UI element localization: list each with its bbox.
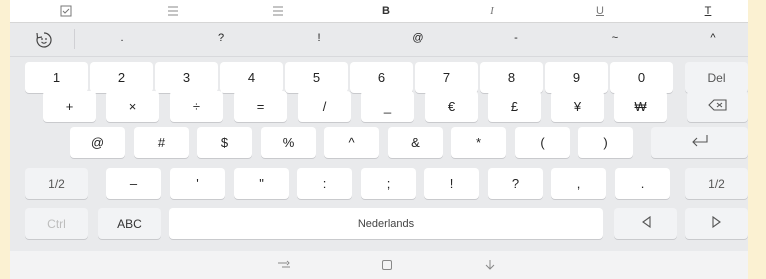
key-3[interactable]: 3 [155, 62, 218, 93]
key-caret[interactable]: ^ [324, 127, 379, 158]
key-at[interactable]: @ [70, 127, 125, 158]
key-apostrophe[interactable]: ' [170, 168, 225, 199]
home-icon[interactable] [379, 257, 395, 273]
key-hash[interactable]: # [134, 127, 189, 158]
key-euro[interactable]: € [425, 91, 478, 122]
symbol-suggestion-bar: . ? ! @ - ~ ^ [10, 23, 748, 57]
key-8[interactable]: 8 [480, 62, 543, 93]
key-slash[interactable]: / [298, 91, 351, 122]
symbol-key[interactable]: - [506, 32, 526, 44]
key-2[interactable]: 2 [90, 62, 153, 93]
key-open-paren[interactable]: ( [515, 127, 570, 158]
key-pound[interactable]: £ [488, 91, 541, 122]
key-6[interactable]: 6 [350, 62, 413, 93]
bold-button[interactable]: B [378, 3, 394, 19]
divider [74, 29, 75, 49]
key-yen[interactable]: ¥ [551, 91, 604, 122]
formatting-toolbar: B I U T [10, 0, 748, 23]
key-period[interactable]: . [615, 168, 670, 199]
key-divide[interactable]: ÷ [170, 91, 223, 122]
key-plus[interactable]: + [43, 91, 96, 122]
key-1[interactable]: 1 [25, 62, 88, 93]
backspace-key[interactable] [687, 91, 748, 122]
arrow-left-icon [641, 215, 651, 231]
key-0[interactable]: 0 [610, 62, 673, 93]
key-9[interactable]: 9 [545, 62, 608, 93]
key-ampersand[interactable]: & [388, 127, 443, 158]
keyboard-frame: B I U T . ? ! @ - ~ ^ 1 2 3 4 5 6 7 8 9 … [10, 0, 748, 279]
underline-button[interactable]: U [592, 3, 608, 19]
space-key[interactable]: Nederlands [169, 208, 603, 239]
cursor-right-key[interactable] [685, 208, 748, 239]
recent-apps-icon[interactable] [276, 257, 292, 273]
key-comma[interactable]: , [551, 168, 606, 199]
numbered-list-icon[interactable] [270, 3, 286, 19]
symbol-key[interactable]: @ [408, 32, 428, 44]
key-won[interactable]: ₩ [614, 91, 667, 122]
delete-key[interactable]: Del [685, 62, 748, 93]
symbol-key[interactable]: ~ [605, 32, 625, 44]
emoji-refresh-icon[interactable] [34, 30, 54, 50]
key-colon[interactable]: : [297, 168, 352, 199]
key-dash[interactable]: – [106, 168, 161, 199]
ctrl-key[interactable]: Ctrl [25, 208, 88, 239]
enter-key[interactable] [651, 127, 748, 158]
symbol-key[interactable]: . [112, 32, 132, 44]
screenshot-icon[interactable] [58, 3, 74, 19]
key-exclamation[interactable]: ! [424, 168, 479, 199]
arrow-right-icon [711, 215, 722, 231]
italic-button[interactable]: I [484, 3, 500, 19]
symbol-key[interactable]: ! [309, 32, 329, 44]
key-multiply[interactable]: × [106, 91, 159, 122]
symbol-key[interactable]: ^ [703, 32, 723, 44]
symbol-page-key-right[interactable]: 1/2 [685, 168, 748, 199]
abc-key[interactable]: ABC [98, 208, 161, 239]
key-semicolon[interactable]: ; [361, 168, 416, 199]
key-equals[interactable]: = [234, 91, 287, 122]
backspace-icon [707, 99, 728, 114]
key-dollar[interactable]: $ [197, 127, 252, 158]
hide-keyboard-icon[interactable] [482, 257, 498, 273]
text-style-button[interactable]: T [700, 3, 716, 19]
key-7[interactable]: 7 [415, 62, 478, 93]
symbol-key[interactable]: ? [211, 32, 231, 44]
bullet-list-icon[interactable] [165, 3, 181, 19]
key-underscore[interactable]: _ [361, 91, 414, 122]
cursor-left-key[interactable] [614, 208, 677, 239]
key-asterisk[interactable]: * [451, 127, 506, 158]
key-5[interactable]: 5 [285, 62, 348, 93]
key-quote[interactable]: " [234, 168, 289, 199]
symbol-page-key[interactable]: 1/2 [25, 168, 88, 199]
navigation-bar [10, 251, 748, 279]
key-question[interactable]: ? [488, 168, 543, 199]
key-close-paren[interactable]: ) [578, 127, 633, 158]
key-4[interactable]: 4 [220, 62, 283, 93]
key-percent[interactable]: % [261, 127, 316, 158]
enter-icon [690, 134, 710, 151]
